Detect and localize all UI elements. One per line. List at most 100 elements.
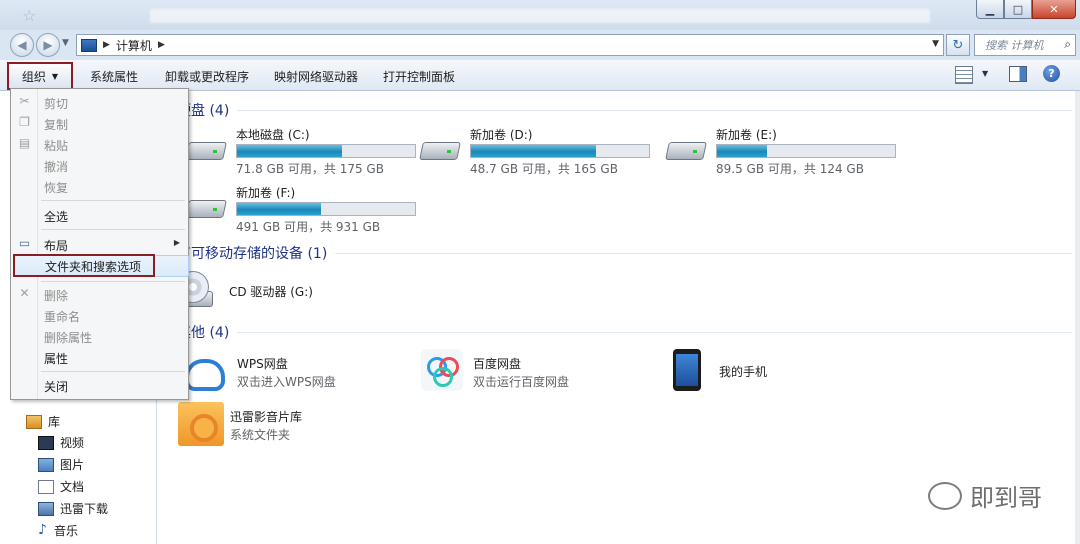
item-desc: 双击进入WPS网盘 (237, 375, 336, 389)
item-thunder-library[interactable]: 迅雷影音片库 系统文件夹 (178, 402, 398, 450)
control-panel-button[interactable]: 打开控制面板 (383, 68, 455, 85)
help-icon[interactable]: ? (1043, 65, 1060, 82)
menu-label: 复制 (44, 118, 69, 132)
hard-drive-icon (665, 136, 707, 160)
search-icon[interactable]: ⌕ (1064, 37, 1071, 52)
item-name: 迅雷影音片库 (230, 410, 303, 424)
drive-usage-bar (236, 144, 416, 158)
menu-label: 撤消 (44, 160, 69, 174)
menu-label: 删除 (44, 289, 69, 303)
nav-item-library[interactable]: 库 (26, 413, 60, 430)
computer-icon (81, 38, 97, 52)
nav-item-video[interactable]: 视频 (38, 434, 84, 451)
map-drive-button[interactable]: 映射网络驱动器 (274, 68, 358, 85)
menu-item-redo[interactable]: 恢复 (11, 176, 188, 196)
menu-label: 删除属性 (44, 331, 93, 345)
content-area: 硬盘 (4) 本地磁盘 (C:) 71.8 GB 可用，共 175 GB 新加卷… (157, 91, 1075, 544)
forward-button[interactable]: ▶ (36, 33, 60, 57)
menu-item-close[interactable]: 关闭 (11, 375, 188, 395)
group-header-hdd[interactable]: 硬盘 (4) (177, 100, 1072, 120)
highlight-annotation-box (13, 254, 155, 277)
uninstall-button[interactable]: 卸载或更改程序 (165, 68, 249, 85)
delete-x-icon: ✕ (19, 286, 30, 300)
nav-item-label: 音乐 (54, 524, 79, 538)
back-arrow-icon: ◀ (17, 38, 27, 52)
address-bar[interactable]: ▶ 计算机 ▶ ▼ (76, 34, 944, 56)
window-controls: ▁ □ ✕ (976, 0, 1076, 19)
breadcrumb-computer[interactable]: 计算机 (116, 37, 152, 54)
menu-separator (41, 281, 185, 282)
baidu-cloud-icon (421, 349, 463, 391)
group-header-removable[interactable]: 有可移动存储的设备 (1) (177, 243, 1072, 263)
minimize-button[interactable]: ▁ (976, 0, 1004, 19)
maximize-button[interactable]: □ (1004, 0, 1032, 19)
menu-item-paste[interactable]: ▤ 粘贴 (11, 134, 188, 154)
layout-icon: ▭ (18, 236, 31, 250)
forward-arrow-icon: ▶ (43, 38, 53, 52)
item-baidu-cloud[interactable]: 百度网盘 双击运行百度网盘 (421, 349, 641, 397)
back-button[interactable]: ◀ (10, 33, 34, 57)
preview-pane-icon[interactable] (1009, 66, 1027, 82)
video-icon (38, 435, 54, 450)
title-bar: ☆ ▁ □ ✕ (0, 0, 1080, 30)
menu-label: 布局 (44, 239, 69, 253)
drive-f[interactable]: 新加卷 (F:) 491 GB 可用，共 931 GB (185, 184, 427, 234)
view-dropdown-icon[interactable]: ▼ (982, 69, 988, 78)
item-name: 百度网盘 (473, 357, 522, 371)
nav-item-thunder[interactable]: 迅雷下载 (38, 500, 108, 517)
item-name: WPS网盘 (237, 357, 288, 371)
menu-item-rename[interactable]: 重命名 (11, 305, 188, 325)
system-properties-button[interactable]: 系统属性 (90, 68, 138, 85)
menu-item-copy[interactable]: ❐ 复制 (11, 113, 188, 133)
command-bar: 组织 ▼ 系统属性 卸载或更改程序 映射网络驱动器 打开控制面板 ▼ ? (0, 60, 1080, 91)
menu-label: 剪切 (44, 97, 69, 111)
menu-item-cut[interactable]: ✂ 剪切 (11, 92, 188, 112)
drive-info: 48.7 GB 可用，共 165 GB (470, 162, 618, 176)
hard-drive-icon (185, 194, 227, 218)
search-input[interactable]: 搜索 计算机 ⌕ (974, 34, 1076, 56)
menu-label: 重命名 (44, 310, 81, 324)
organize-button[interactable]: 组织 ▼ (7, 62, 73, 90)
drive-usage-bar (470, 144, 650, 158)
recent-pages-dropdown[interactable]: ▼ (62, 38, 69, 48)
menu-item-delete[interactable]: ✕ 删除 (11, 284, 188, 304)
favorite-star-icon: ☆ (22, 6, 37, 25)
menu-item-undo[interactable]: 撤消 (11, 155, 188, 175)
breadcrumb-chevron-icon[interactable]: ▶ (103, 40, 110, 50)
item-my-phone[interactable]: 我的手机 (667, 349, 887, 397)
group-divider (237, 331, 1072, 333)
group-title: 有可移动存储的设备 (1) (177, 246, 328, 262)
refresh-icon: ↻ (952, 37, 964, 53)
chevron-down-icon: ▼ (51, 71, 59, 81)
breadcrumb-chevron-icon[interactable]: ▶ (158, 40, 165, 50)
vertical-scrollbar[interactable] (1075, 91, 1080, 544)
music-note-icon: ♪ (38, 521, 47, 538)
nav-item-documents[interactable]: 文档 (38, 478, 84, 495)
submenu-arrow-icon: ▶ (173, 238, 180, 247)
cloud-icon (185, 359, 225, 391)
copy-icon: ❐ (19, 115, 30, 129)
watermark: 即到哥 (928, 478, 1042, 513)
document-icon (38, 479, 54, 494)
refresh-button[interactable]: ↻ (946, 34, 970, 56)
group-divider (335, 252, 1072, 254)
drive-c[interactable]: 本地磁盘 (C:) 71.8 GB 可用，共 175 GB (185, 126, 427, 176)
wechat-icon (928, 481, 962, 510)
nav-item-pictures[interactable]: 图片 (38, 456, 84, 473)
drive-name: 新加卷 (F:) (236, 186, 296, 200)
change-view-icon[interactable] (955, 66, 973, 84)
close-button[interactable]: ✕ (1032, 0, 1076, 19)
menu-item-remove-properties[interactable]: 删除属性 (11, 326, 188, 346)
drive-e[interactable]: 新加卷 (E:) 89.5 GB 可用，共 124 GB (665, 126, 907, 176)
title-bar-ghost (150, 9, 930, 23)
menu-separator (41, 200, 185, 201)
drive-d[interactable]: 新加卷 (D:) 48.7 GB 可用，共 165 GB (419, 126, 661, 176)
address-dropdown-icon[interactable]: ▼ (932, 39, 939, 49)
menu-item-layout[interactable]: ▭ 布局 ▶ (11, 234, 188, 254)
menu-item-properties[interactable]: 属性 (11, 347, 188, 367)
group-header-other[interactable]: 其他 (4) (177, 322, 1072, 342)
drive-info: 89.5 GB 可用，共 124 GB (716, 162, 864, 176)
nav-item-music[interactable]: ♪ 音乐 (38, 522, 78, 539)
item-wps-cloud[interactable]: WPS网盘 双击进入WPS网盘 (185, 349, 405, 397)
menu-item-select-all[interactable]: 全选 (11, 205, 188, 225)
